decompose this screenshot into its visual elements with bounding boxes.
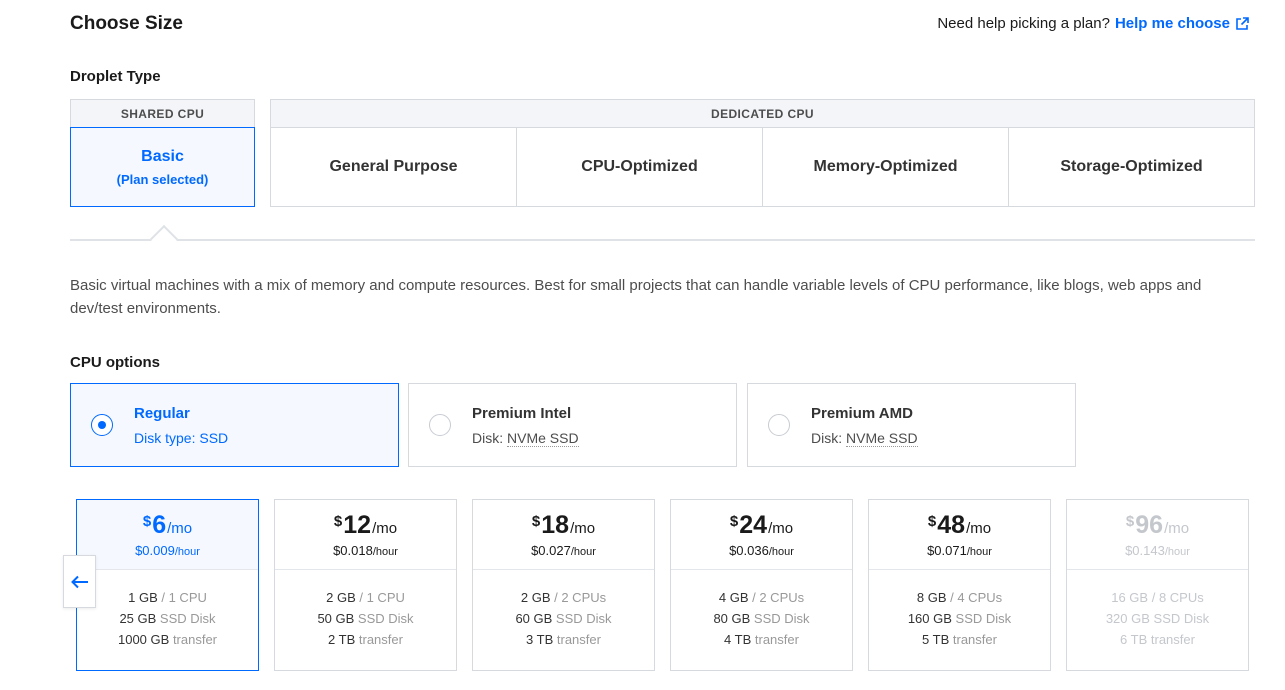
radio-button[interactable]	[768, 414, 790, 436]
droplet-type-label: Droplet Type	[70, 68, 161, 85]
external-link-icon[interactable]	[1235, 16, 1249, 31]
basic-plan-option[interactable]: Basic (Plan selected)	[70, 127, 255, 207]
monthly-price: $6/mo	[142, 511, 193, 539]
storage-optimized-option[interactable]: Storage-Optimized	[1009, 128, 1254, 206]
cpu-option-premium-amd[interactable]: Premium AMD Disk: NVMe SSD	[747, 383, 1076, 467]
shared-cpu-group: SHARED CPU Basic (Plan selected)	[70, 99, 255, 208]
plan-card[interactable]: $96/mo $0.143/hour 16 GB / 8 CPUs 320 GB…	[1066, 499, 1249, 671]
hourly-price: $0.027/hour	[531, 543, 596, 558]
radio-button[interactable]	[429, 414, 451, 436]
plan-specs: 4 GB / 2 CPUs 80 GB SSD Disk 4 TB transf…	[713, 590, 810, 647]
monthly-price: $12/mo	[333, 511, 398, 539]
cpu-options-label: CPU options	[70, 354, 160, 371]
plan-specs: 2 GB / 2 CPUs 60 GB SSD Disk 3 TB transf…	[515, 590, 612, 647]
section-divider	[70, 239, 1255, 241]
dedicated-cpu-group: DEDICATED CPU General Purpose CPU-Optimi…	[270, 99, 1255, 207]
plan-specs: 2 GB / 1 CPU 50 GB SSD Disk 2 TB transfe…	[317, 590, 414, 647]
cpu-option-disk: Disk: NVMe SSD	[811, 429, 918, 447]
cpu-option-disk: Disk type: SSD	[134, 429, 229, 446]
monthly-price: $96/mo	[1125, 511, 1190, 539]
plan-card[interactable]: $48/mo $0.071/hour 8 GB / 4 CPUs 160 GB …	[868, 499, 1051, 671]
selection-pointer	[149, 224, 179, 254]
plan-description: Basic virtual machines with a mix of mem…	[70, 277, 1202, 317]
cpu-option-premium-intel[interactable]: Premium Intel Disk: NVMe SSD	[408, 383, 737, 467]
hourly-price: $0.009/hour	[135, 543, 200, 558]
plan-specs: 8 GB / 4 CPUs 160 GB SSD Disk 5 TB trans…	[907, 590, 1012, 647]
help-me-choose-link[interactable]: Help me choose	[1115, 15, 1230, 32]
hourly-price: $0.018/hour	[333, 543, 398, 558]
plan-card[interactable]: $24/mo $0.036/hour 4 GB / 2 CPUs 80 GB S…	[670, 499, 853, 671]
plan-specs: 1 GB / 1 CPU 25 GB SSD Disk 1000 GB tran…	[117, 590, 218, 647]
radio-button-checked[interactable]	[91, 414, 113, 436]
cpu-option-name: Regular	[134, 404, 190, 422]
basic-plan-name: Basic	[141, 147, 184, 165]
cpu-option-name: Premium AMD	[811, 404, 913, 422]
cpu-option-disk: Disk: NVMe SSD	[472, 429, 579, 447]
monthly-price: $48/mo	[927, 511, 992, 539]
plan-card[interactable]: $6/mo $0.009/hour 1 GB / 1 CPU 25 GB SSD…	[76, 499, 259, 671]
cpu-option-name: Premium Intel	[472, 404, 572, 422]
cpu-optimized-option[interactable]: CPU-Optimized	[517, 128, 763, 206]
hourly-price: $0.071/hour	[927, 543, 992, 558]
arrow-left-icon	[70, 575, 88, 588]
plan-specs: 16 GB / 8 CPUs 320 GB SSD Disk 6 TB tran…	[1105, 590, 1210, 647]
hourly-price: $0.143/hour	[1125, 543, 1190, 558]
plan-card[interactable]: $18/mo $0.027/hour 2 GB / 2 CPUs 60 GB S…	[472, 499, 655, 671]
monthly-price: $24/mo	[729, 511, 794, 539]
plan-card[interactable]: $12/mo $0.018/hour 2 GB / 1 CPU 50 GB SS…	[274, 499, 457, 671]
memory-optimized-option[interactable]: Memory-Optimized	[763, 128, 1009, 206]
dedicated-cpu-header: DEDICATED CPU	[270, 99, 1255, 127]
hourly-price: $0.036/hour	[729, 543, 794, 558]
shared-cpu-header: SHARED CPU	[70, 99, 255, 127]
help-prompt: Need help picking a plan? Help me choose	[937, 15, 1249, 32]
cpu-option-regular[interactable]: Regular Disk type: SSD	[70, 383, 399, 467]
general-purpose-option[interactable]: General Purpose	[271, 128, 517, 206]
plan-selected-label: (Plan selected)	[116, 171, 209, 187]
scroll-left-button[interactable]	[63, 555, 96, 608]
page-title: Choose Size	[70, 13, 183, 34]
monthly-price: $18/mo	[531, 511, 596, 539]
help-question: Need help picking a plan?	[937, 15, 1110, 32]
